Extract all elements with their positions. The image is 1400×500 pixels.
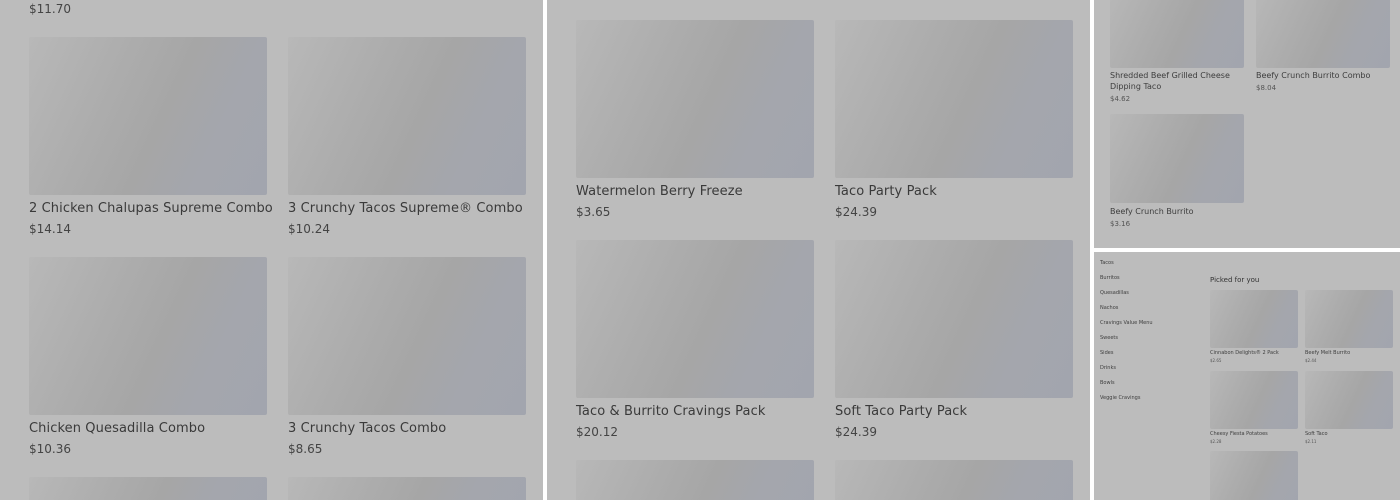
item-name[interactable]: Soft Taco — [1305, 431, 1328, 437]
item-image[interactable] — [1110, 0, 1244, 68]
item-name[interactable]: Cinnabon Delights® 2 Pack — [1210, 350, 1279, 356]
item-price: $2.28 — [1210, 439, 1222, 444]
item-price: $8.65 — [288, 442, 323, 456]
item-price: $10.36 — [29, 442, 71, 456]
item-price: $20.12 — [576, 425, 618, 439]
item-price: $3.65 — [576, 205, 611, 219]
item-price: $2.65 — [1210, 358, 1222, 363]
category-link-nachos[interactable]: Nachos — [1100, 305, 1118, 311]
category-link-sides[interactable]: Sides — [1100, 350, 1113, 356]
item-image[interactable] — [576, 460, 814, 500]
item-name[interactable]: Taco Party Pack — [835, 184, 937, 199]
item-image[interactable] — [1305, 371, 1393, 429]
category-link-sweets[interactable]: Sweets — [1100, 335, 1118, 341]
item-name[interactable]: Beefy Melt Burrito — [1305, 350, 1350, 356]
item-image[interactable] — [1210, 371, 1298, 429]
item-image[interactable] — [29, 37, 267, 195]
item-price: $10.24 — [288, 222, 330, 236]
item-name[interactable]: Watermelon Berry Freeze — [576, 184, 743, 199]
menu-panel-packs: Watermelon Berry Freeze $3.65 Taco Party… — [547, 0, 1090, 500]
item-image[interactable] — [576, 240, 814, 398]
item-image[interactable] — [1305, 290, 1393, 348]
item-image[interactable] — [29, 257, 267, 415]
item-name[interactable]: Soft Taco Party Pack — [835, 404, 967, 419]
category-link-burritos[interactable]: Burritos — [1100, 275, 1120, 281]
item-image[interactable] — [288, 257, 526, 415]
item-image[interactable] — [835, 460, 1073, 500]
item-image[interactable] — [288, 477, 526, 500]
item-price: $14.14 — [29, 222, 71, 236]
category-link-bowls[interactable]: Bowls — [1100, 380, 1115, 386]
item-image[interactable] — [288, 37, 526, 195]
item-name[interactable]: Beefy Crunch Burrito — [1110, 206, 1244, 217]
item-image[interactable] — [835, 20, 1073, 178]
item-name[interactable]: Shredded Beef Grilled Cheese Dipping Tac… — [1110, 70, 1244, 92]
item-name[interactable]: 3 Crunchy Tacos Combo — [288, 421, 446, 436]
item-price: $4.62 — [1110, 95, 1131, 103]
item-price: $2.44 — [1305, 358, 1317, 363]
section-heading: Picked for you — [1210, 276, 1260, 284]
item-image[interactable] — [1110, 114, 1244, 203]
category-link-drinks[interactable]: Drinks — [1100, 365, 1116, 371]
category-link-veggie-cravings[interactable]: Veggie Cravings — [1100, 395, 1140, 401]
menu-panel-combos: $11.70 2 Chicken Chalupas Supreme Combo … — [0, 0, 543, 500]
item-price: $11.70 — [29, 2, 71, 16]
menu-panel-overview: Tacos Burritos Quesadillas Nachos Cravin… — [1094, 252, 1400, 500]
category-link-quesadillas[interactable]: Quesadillas — [1100, 290, 1129, 296]
category-link-cravings-value-menu[interactable]: Cravings Value Menu — [1100, 320, 1153, 326]
item-image[interactable] — [576, 20, 814, 178]
item-image[interactable] — [1256, 0, 1390, 68]
item-name[interactable]: 3 Crunchy Tacos Supreme® Combo — [288, 201, 523, 216]
item-image[interactable] — [1210, 290, 1298, 348]
item-name[interactable]: Cheesy Fiesta Potatoes — [1210, 431, 1268, 437]
item-name[interactable]: Taco & Burrito Cravings Pack — [576, 404, 765, 419]
item-image[interactable] — [29, 477, 267, 500]
menu-panel-burritos: Shredded Beef Grilled Cheese Dipping Tac… — [1094, 0, 1400, 248]
item-name[interactable]: Beefy Crunch Burrito Combo — [1256, 70, 1390, 81]
item-price: $3.16 — [1110, 220, 1131, 228]
item-price: $2.11 — [1305, 439, 1317, 444]
item-name[interactable]: Chicken Quesadilla Combo — [29, 421, 205, 436]
item-image[interactable] — [835, 240, 1073, 398]
item-image[interactable] — [1210, 451, 1298, 500]
item-name[interactable]: 2 Chicken Chalupas Supreme Combo — [29, 201, 273, 216]
item-price: $24.39 — [835, 205, 877, 219]
item-price: $8.04 — [1256, 84, 1277, 92]
item-price: $24.39 — [835, 425, 877, 439]
category-link-tacos[interactable]: Tacos — [1100, 260, 1114, 266]
